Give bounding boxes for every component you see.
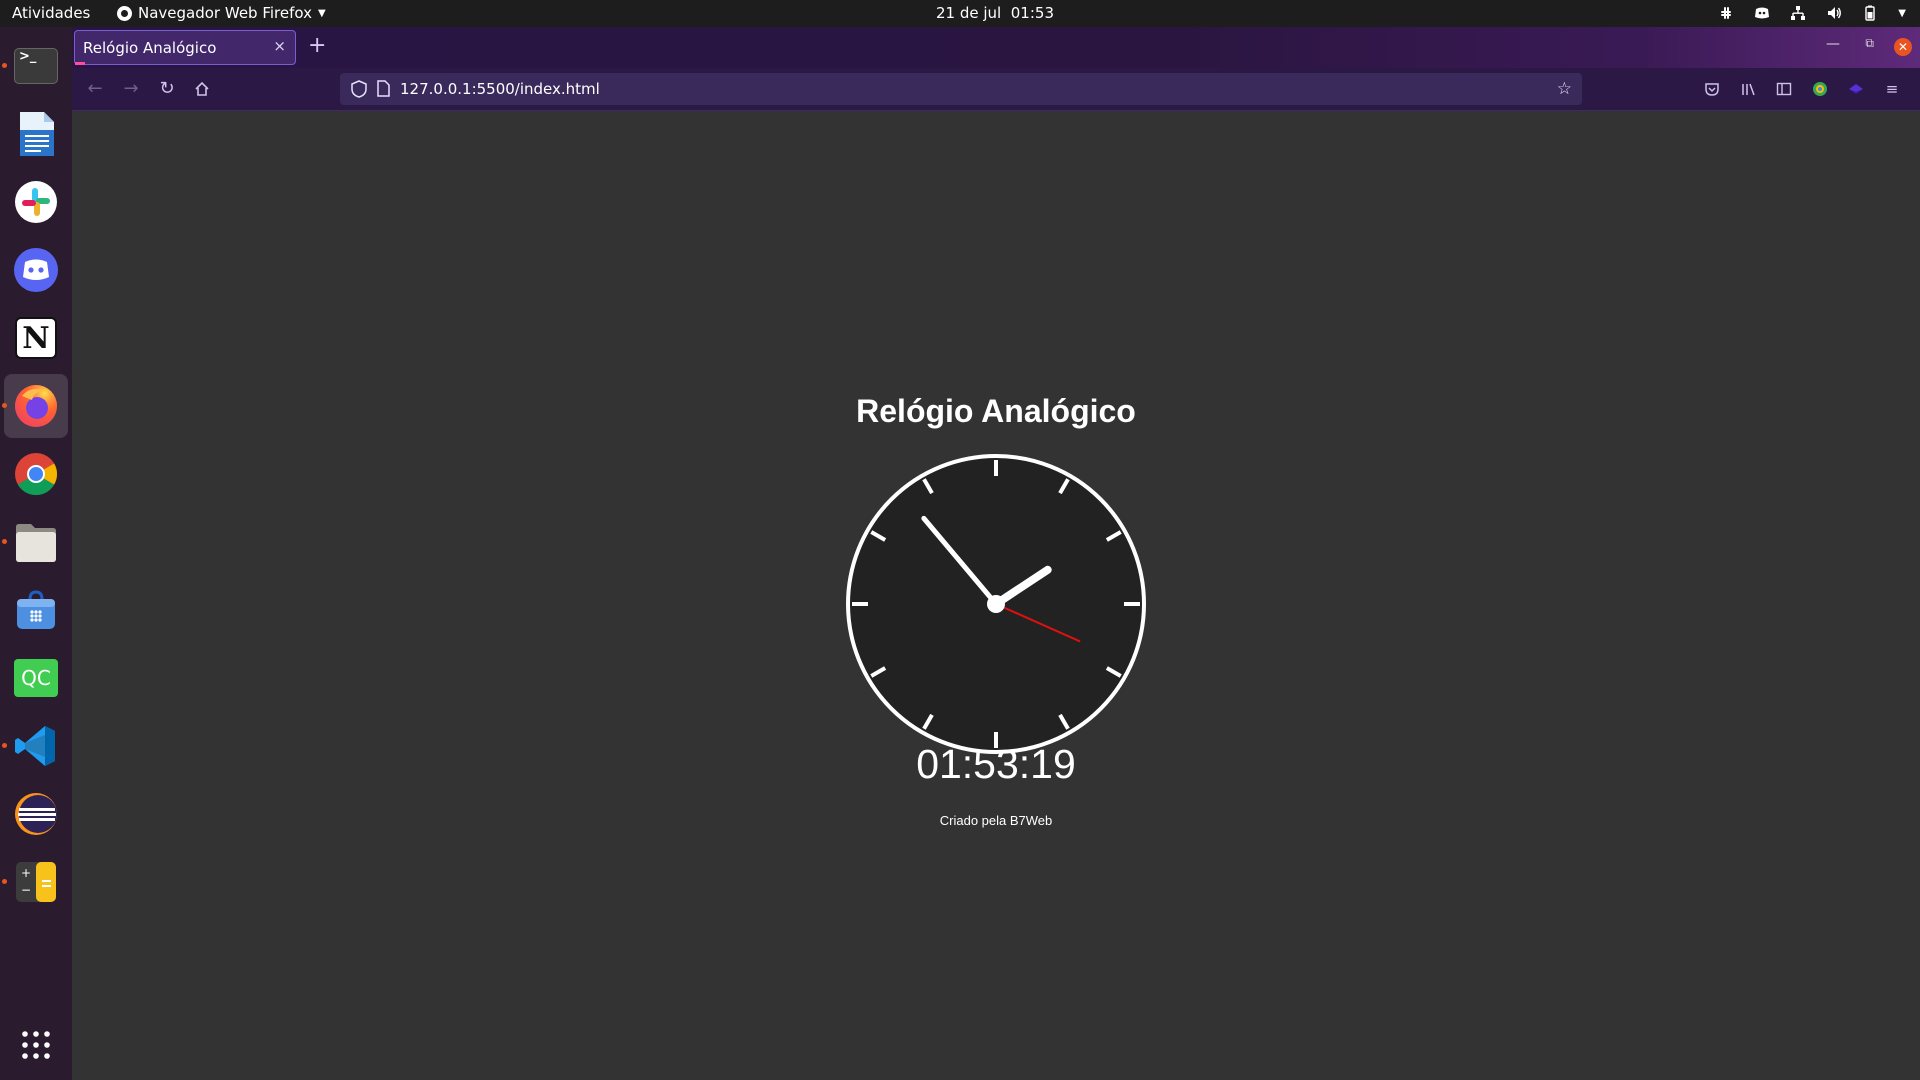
tab-active[interactable]: Relógio Analógico × — [74, 30, 296, 65]
notion-icon: N — [15, 317, 57, 359]
reload-icon[interactable]: ↻ — [154, 76, 180, 102]
tab-title: Relógio Analógico — [83, 39, 217, 57]
svg-text:+: + — [21, 866, 31, 880]
minimize-icon[interactable]: — — [1826, 36, 1840, 52]
pocket-icon[interactable] — [1699, 76, 1725, 102]
url-text[interactable]: 127.0.0.1:5500/index.html — [400, 80, 600, 98]
terminal-icon: >_ — [14, 48, 58, 84]
libreoffice-writer-icon — [20, 112, 54, 156]
dock-item-firefox[interactable] — [2, 374, 68, 438]
gnome-top-bar: Atividades Navegador Web Firefox ▼ 21 de… — [0, 0, 1920, 27]
system-menu-caret-icon[interactable]: ▼ — [1898, 8, 1906, 19]
app-grid-icon — [22, 1031, 50, 1059]
app-menu-label: Navegador Web Firefox — [138, 4, 312, 22]
clock-center-pin — [987, 595, 1005, 613]
running-indicator — [2, 743, 7, 748]
credit-text: Criado pela B7Web — [939, 813, 1053, 828]
time-label: 01:53 — [1010, 4, 1054, 22]
dock-item-eclipse[interactable] — [4, 782, 68, 846]
files-icon — [16, 524, 56, 562]
calculator-icon: +− — [16, 862, 56, 902]
analog-clock — [846, 454, 1146, 754]
qt-creator-icon: QC — [14, 659, 58, 697]
dock-item-calculator[interactable]: + − — [2, 850, 68, 914]
running-indicator — [2, 403, 7, 408]
dock-item-discord[interactable] — [4, 238, 68, 302]
caret-down-icon: ▼ — [317, 7, 326, 19]
firefox-window: Relógio Analógico × + — ⧉ ✕ ← → ↻ 127.0.… — [72, 27, 1920, 1080]
extension-purple-icon[interactable] — [1843, 76, 1869, 102]
dock-item-notion[interactable]: N — [4, 306, 68, 370]
dock-item-chrome[interactable] — [4, 442, 68, 506]
page-info-icon[interactable] — [376, 80, 390, 97]
tab-bar: Relógio Analógico × + — ⧉ ✕ — [72, 27, 1920, 68]
tracking-protection-shield-icon[interactable] — [351, 80, 367, 98]
svg-text:−: − — [21, 883, 31, 897]
home-button[interactable] — [189, 76, 215, 102]
slack-icon — [15, 181, 57, 223]
chrome-icon — [15, 453, 58, 496]
back-icon[interactable]: ← — [82, 76, 108, 102]
dock-item-vscode[interactable] — [2, 714, 68, 778]
address-bar[interactable]: 127.0.0.1:5500/index.html ☆ — [340, 73, 1582, 105]
date-label: 21 de jul — [936, 4, 1002, 22]
bookmark-star-icon[interactable]: ☆ — [1557, 79, 1572, 99]
eclipse-icon — [15, 793, 57, 835]
page-title: Relógio Analógico — [856, 393, 1136, 429]
activities-button[interactable]: Atividades — [12, 4, 90, 22]
running-indicator — [2, 879, 7, 884]
dock-item-slack[interactable] — [4, 170, 68, 234]
battery-icon[interactable] — [1862, 5, 1878, 21]
window-controls: — ⧉ ✕ — [1790, 27, 1920, 68]
slack-tray-icon[interactable] — [1718, 5, 1734, 21]
home-icon — [195, 81, 209, 96]
show-applications-button[interactable] — [4, 1013, 68, 1077]
sidebar-icon[interactable] — [1771, 76, 1797, 102]
digital-time: 01:53:19 — [916, 741, 1076, 787]
running-indicator — [2, 539, 7, 544]
vscode-icon — [15, 726, 55, 766]
navigation-toolbar: ← → ↻ 127.0.0.1:5500/index.html ☆ ≡ — [72, 68, 1920, 111]
tab-accent-line — [75, 62, 85, 65]
tab-close-icon[interactable]: × — [273, 37, 286, 55]
ubuntu-dock: >_ N QC + − — [0, 27, 72, 1080]
system-tray[interactable]: ▼ — [1718, 5, 1906, 21]
dock-item-qt-creator[interactable]: QC — [4, 646, 68, 710]
page-viewport: Relógio Analógico 01:53:19 Criado pela B… — [72, 111, 1920, 1080]
dock-item-files[interactable] — [2, 510, 68, 574]
discord-icon — [14, 248, 58, 292]
extension-color-icon[interactable] — [1807, 76, 1833, 102]
running-indicator — [2, 63, 7, 68]
dock-item-terminal[interactable]: >_ — [2, 34, 68, 98]
dock-item-software-store[interactable] — [4, 578, 68, 642]
dock-item-libreoffice-writer[interactable] — [4, 102, 68, 166]
forward-icon[interactable]: → — [118, 76, 144, 102]
new-tab-button[interactable]: + — [308, 33, 326, 58]
volume-icon[interactable] — [1826, 5, 1842, 21]
restore-icon[interactable]: ⧉ — [1865, 36, 1874, 51]
firefox-icon — [15, 385, 57, 427]
close-window-icon[interactable]: ✕ — [1894, 38, 1912, 56]
hamburger-menu-icon[interactable]: ≡ — [1879, 76, 1905, 102]
app-menu[interactable]: Navegador Web Firefox ▼ — [117, 4, 326, 22]
discord-tray-icon[interactable] — [1754, 5, 1770, 21]
network-icon[interactable] — [1790, 5, 1806, 21]
software-store-icon — [17, 590, 55, 629]
library-icon[interactable] — [1735, 76, 1761, 102]
firefox-small-icon — [117, 5, 132, 21]
